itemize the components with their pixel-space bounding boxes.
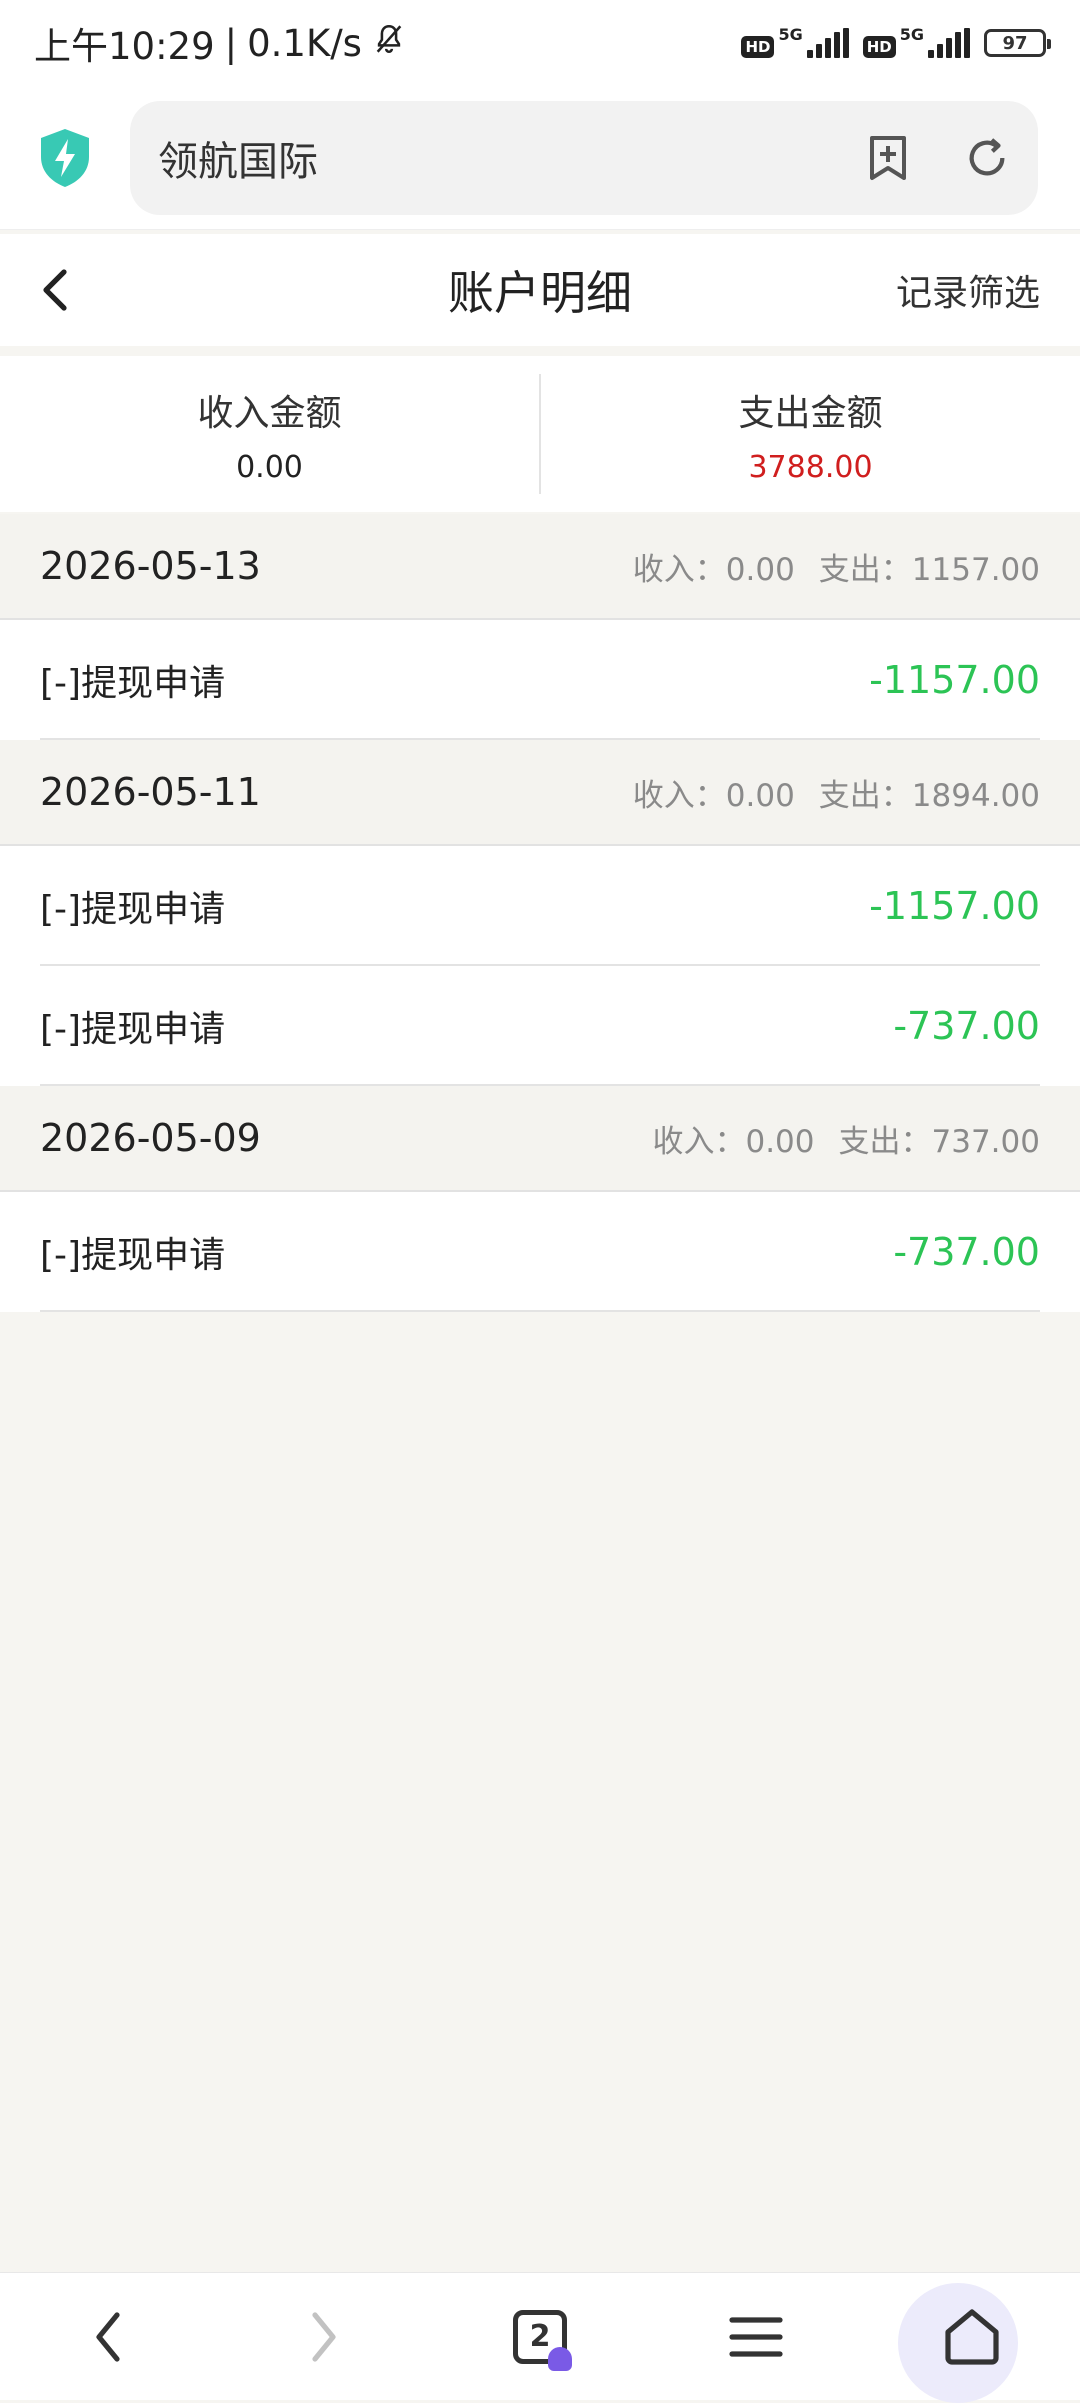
net-speed: 0.1K/s — [247, 21, 362, 65]
record-title: [-]提现申请 — [40, 663, 226, 704]
browser-bottom-bar: 2 — [0, 2272, 1080, 2403]
status-bar: 上午10:29 | 0.1K/s HD 5G HD 5G 97 — [0, 0, 1080, 86]
record-row[interactable]: [-]提现申请 -1157.00 — [0, 620, 1080, 740]
ghost-badge-icon — [548, 2346, 572, 2371]
record-filter-button[interactable]: 记录筛选 — [896, 264, 1040, 316]
signal-bars-icon — [928, 28, 970, 58]
expense-label: 支出金额 — [738, 392, 883, 434]
group-stats: 收入：0.00 支出：1894.00 — [633, 770, 1040, 815]
chevron-left-icon[interactable] — [40, 268, 70, 312]
bookmark-add-icon[interactable] — [866, 134, 910, 182]
menu-button[interactable] — [696, 2287, 816, 2387]
sim-1-signal: HD 5G — [741, 25, 849, 58]
status-right: HD 5G HD 5G 97 — [741, 25, 1051, 58]
hd-badge: HD — [862, 36, 896, 58]
date-group-header: 2026-05-09 收入：0.00 支出：737.00 — [0, 1086, 1080, 1192]
record-amount: -737.00 — [893, 1004, 1040, 1048]
date-group-header: 2026-05-13 收入：0.00 支出：1157.00 — [0, 514, 1080, 620]
network-type: 5G — [899, 25, 924, 44]
shield-bolt-icon[interactable] — [37, 127, 93, 189]
expense-value: 3788.00 — [748, 449, 873, 485]
address-bar[interactable]: 领航国际 — [130, 100, 1038, 215]
income-label: 收入金额 — [197, 392, 342, 434]
tab-count: 2 — [529, 2319, 551, 2354]
record-amount: -737.00 — [893, 1230, 1040, 1274]
group-date: 2026-05-09 — [40, 1116, 261, 1160]
income-summary: 收入金额 0.00 — [0, 356, 539, 512]
signal-bars-icon — [806, 28, 849, 58]
record-list: 2026-05-13 收入：0.00 支出：1157.00 [-]提现申请 -1… — [0, 514, 1080, 1312]
tabs-button[interactable]: 2 — [480, 2287, 600, 2387]
browser-forward-button[interactable] — [264, 2287, 384, 2387]
income-value: 0.00 — [236, 449, 303, 485]
record-amount: -1157.00 — [869, 658, 1040, 702]
hd-badge: HD — [741, 36, 775, 58]
refresh-icon[interactable] — [964, 135, 1010, 181]
group-stats: 收入：0.00 支出：1157.00 — [633, 544, 1040, 589]
group-income: 收入：0.00 — [652, 1123, 815, 1160]
network-type: 5G — [778, 25, 803, 44]
sim-2-signal: HD 5G — [862, 25, 970, 58]
forward-icon[interactable] — [309, 2311, 339, 2363]
group-date: 2026-05-13 — [40, 544, 261, 588]
date-group-header: 2026-05-11 收入：0.00 支出：1894.00 — [0, 740, 1080, 846]
status-left: 上午10:29 | 0.1K/s — [34, 16, 406, 70]
record-amount: -1157.00 — [869, 884, 1040, 928]
site-title[interactable]: 领航国际 — [158, 129, 318, 187]
group-income: 收入：0.00 — [632, 551, 795, 588]
record-title: [-]提现申请 — [40, 889, 226, 930]
security-shield[interactable] — [0, 127, 130, 189]
record-title: [-]提现申请 — [40, 1235, 226, 1276]
group-date: 2026-05-11 — [40, 770, 261, 814]
browser-back-button[interactable] — [48, 2287, 168, 2387]
back-button[interactable] — [0, 234, 110, 346]
record-row[interactable]: [-]提现申请 -1157.00 — [0, 846, 1080, 966]
status-separator: | — [224, 21, 238, 65]
browser-toolbar: 领航国际 — [0, 86, 1080, 230]
back-icon[interactable] — [93, 2311, 123, 2363]
battery-icon: 97 — [984, 29, 1051, 57]
account-summary: 收入金额 0.00 支出金额 3788.00 — [0, 356, 1080, 512]
record-row[interactable]: [-]提现申请 -737.00 — [0, 1192, 1080, 1312]
home-button[interactable] — [898, 2282, 1032, 2403]
page-header: 账户明细 记录筛选 — [0, 234, 1080, 346]
mute-bell-icon — [372, 22, 406, 65]
group-expense: 支出：737.00 — [838, 1123, 1040, 1160]
menu-icon[interactable] — [728, 2314, 784, 2360]
address-bar-actions — [866, 134, 1010, 182]
record-title: [-]提现申请 — [40, 1009, 226, 1050]
record-row[interactable]: [-]提现申请 -737.00 — [0, 966, 1080, 1086]
group-expense: 支出：1157.00 — [818, 551, 1040, 588]
expense-summary: 支出金额 3788.00 — [541, 356, 1080, 512]
status-time: 上午10:29 — [34, 25, 215, 68]
group-expense: 支出：1894.00 — [818, 777, 1040, 814]
battery-level: 97 — [1002, 32, 1028, 54]
group-income: 收入：0.00 — [632, 777, 795, 814]
group-stats: 收入：0.00 支出：737.00 — [652, 1116, 1040, 1161]
home-icon[interactable] — [942, 2308, 1002, 2366]
